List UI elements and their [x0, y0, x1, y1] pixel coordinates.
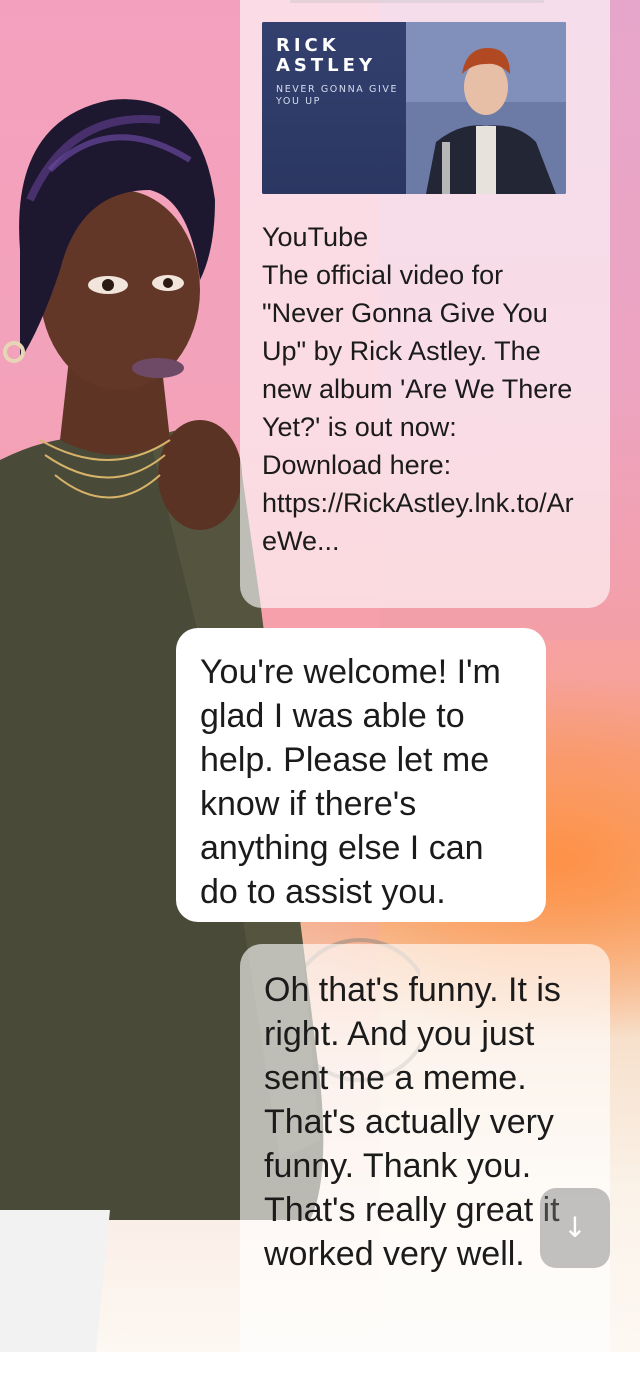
- user-message[interactable]: Oh that's funny. It is right. And you ju…: [240, 944, 610, 1374]
- link-preview-message[interactable]: RICK ASTLEY NEVER GONNA GIVE YOU UP YouT…: [240, 0, 610, 608]
- user-message-text: Oh that's funny. It is right. And you ju…: [264, 971, 561, 1273]
- arrow-down-icon: ↓: [563, 1211, 587, 1244]
- assistant-message-text: You're welcome! I'm glad I was able to h…: [200, 653, 501, 911]
- thumbnail-photo: [406, 22, 566, 194]
- thumbnail-artist-text: RICK ASTLEY: [276, 35, 376, 76]
- link-source-label: YouTube: [262, 222, 369, 252]
- video-thumbnail[interactable]: RICK ASTLEY NEVER GONNA GIVE YOU UP: [262, 22, 566, 194]
- scroll-to-bottom-button[interactable]: ↓: [540, 1188, 610, 1268]
- link-description[interactable]: The official video for "Never Gonna Give…: [262, 256, 582, 560]
- assistant-message[interactable]: You're welcome! I'm glad I was able to h…: [176, 628, 546, 922]
- thumbnail-song-text: NEVER GONNA GIVE YOU UP: [276, 84, 399, 107]
